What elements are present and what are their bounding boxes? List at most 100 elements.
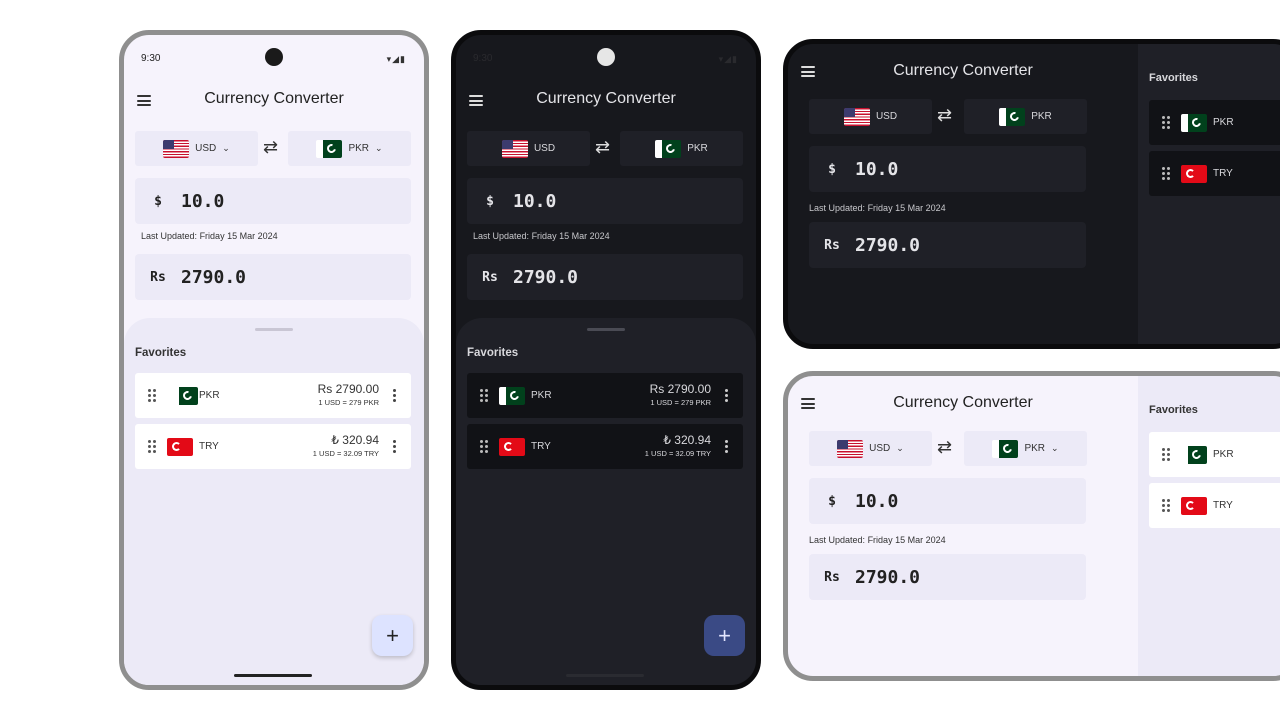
pk-flag-icon	[999, 107, 1026, 126]
from-amount-input[interactable]: $ 10.0	[467, 178, 743, 224]
app-title: Currency Converter	[204, 90, 344, 107]
favorite-exchange: 1 USD = 32.09 TRY	[644, 449, 711, 458]
favorite-row-try[interactable]: TRY	[1149, 151, 1280, 196]
favorite-exchange: 1 USD = 279 PKR	[318, 398, 379, 407]
favorite-code: TRY	[1213, 500, 1233, 511]
pk-flag-icon	[316, 139, 343, 158]
favorite-rate: Rs 2790.00 1 USD = 279 PKR	[650, 382, 711, 407]
to-currency-code: PKR	[687, 143, 708, 154]
us-flag-icon	[837, 439, 864, 458]
favorite-code: PKR	[531, 390, 552, 401]
gesture-bar	[234, 674, 312, 677]
to-currency-selector[interactable]: PKR ⌄	[964, 431, 1087, 466]
tr-flag-icon	[167, 438, 193, 456]
to-currency-selector[interactable]: PKR ⌄	[288, 131, 411, 166]
more-vert-icon[interactable]	[393, 389, 397, 402]
favorite-symbol: ₺	[663, 433, 671, 447]
tr-flag-icon	[499, 438, 525, 456]
favorite-code: PKR	[199, 390, 220, 401]
from-currency-selector[interactable]: USD	[467, 131, 590, 166]
favorite-row-try[interactable]: TRY	[1149, 483, 1280, 528]
favorite-code: PKR	[1213, 117, 1234, 128]
to-amount-value: 2790.0	[855, 566, 921, 588]
us-flag-icon	[501, 139, 528, 158]
last-updated-value: Friday 15 Mar 2024	[199, 231, 278, 241]
landscape-dark-screen: Currency Converter USD ⇄ PKR $ 10.0 Last…	[788, 44, 1280, 344]
app-title: Currency Converter	[893, 394, 1033, 411]
from-currency-selector[interactable]: USD ⌄	[135, 131, 258, 166]
from-currency-selector[interactable]: USD	[809, 99, 932, 134]
drag-handle-icon[interactable]	[1162, 499, 1170, 512]
favorite-symbol: Rs	[649, 382, 665, 396]
favorite-row-pkr[interactable]: PKR	[1149, 432, 1280, 477]
drag-handle-icon[interactable]	[148, 389, 156, 402]
from-currency-code: USD	[869, 443, 891, 454]
drag-handle-icon[interactable]	[1162, 167, 1170, 180]
drag-handle-icon[interactable]	[480, 389, 488, 402]
pk-flag-icon	[1181, 114, 1207, 132]
more-vert-icon[interactable]	[725, 389, 729, 402]
favorites-title: Favorites	[1149, 72, 1198, 84]
favorite-row-pkr[interactable]: PKR Rs 2790.00 1 USD = 279 PKR	[135, 373, 411, 418]
from-amount-input[interactable]: $ 10.0	[809, 478, 1086, 524]
camera-cutout	[597, 48, 615, 66]
swap-icon[interactable]: ⇄	[263, 138, 278, 156]
favorite-row-try[interactable]: TRY ₺ 320.94 1 USD = 32.09 TRY	[467, 424, 743, 469]
favorites-title: Favorites	[135, 347, 187, 359]
to-amount-output: Rs 2790.0	[135, 254, 411, 300]
chevron-down-icon: ⌄	[375, 143, 383, 153]
add-favorite-button[interactable]: +	[372, 615, 413, 656]
from-amount-input[interactable]: $ 10.0	[809, 146, 1086, 192]
add-favorite-button[interactable]: +	[704, 615, 745, 656]
last-updated-value: Friday 15 Mar 2024	[867, 203, 946, 213]
drag-handle-icon[interactable]	[148, 440, 156, 453]
drag-handle-icon[interactable]	[480, 440, 488, 453]
drag-handle-icon[interactable]	[1162, 448, 1170, 461]
from-currency-code: USD	[533, 143, 556, 154]
to-currency-selector[interactable]: PKR	[620, 131, 743, 166]
phone-light-frame: 9:30 ▾◢▮ Currency Converter USD ⌄ ⇄ PKR …	[119, 30, 429, 690]
favorite-rate: Rs 2790.00 1 USD = 279 PKR	[318, 382, 379, 407]
more-vert-icon[interactable]	[393, 440, 397, 453]
from-currency-symbol: $	[154, 193, 162, 209]
last-updated-label: Last Updated:	[473, 231, 530, 241]
last-updated-value: Friday 15 Mar 2024	[867, 535, 946, 545]
tr-flag-icon	[1181, 497, 1207, 515]
from-currency-symbol: $	[828, 161, 836, 177]
favorites-sheet: Favorites PKR Rs 2790.00 1 USD = 279 PKR…	[456, 318, 756, 685]
favorite-symbol: Rs	[317, 382, 333, 396]
status-icons: ▾◢▮	[386, 54, 406, 64]
phone-dark-screen: 9:30 ▾◢▮ Currency Converter USD ⇄ PKR $ …	[456, 35, 756, 685]
favorites-panel: Favorites PKR TRY	[1138, 44, 1280, 344]
favorite-row-try[interactable]: TRY ₺ 320.94 1 USD = 32.09 TRY	[135, 424, 411, 469]
favorite-row-pkr[interactable]: PKR	[1149, 100, 1280, 145]
to-currency-symbol: Rs	[150, 269, 166, 285]
sheet-handle[interactable]	[587, 328, 625, 331]
pk-flag-icon	[1181, 446, 1207, 464]
sheet-handle[interactable]	[255, 328, 293, 331]
from-amount-input[interactable]: $ 10.0	[135, 178, 411, 224]
last-updated: Last Updated: Friday 15 Mar 2024	[809, 535, 946, 545]
app-title: Currency Converter	[536, 90, 676, 107]
drag-handle-icon[interactable]	[1162, 116, 1170, 129]
favorite-row-pkr[interactable]: PKR Rs 2790.00 1 USD = 279 PKR	[467, 373, 743, 418]
to-currency-symbol: Rs	[824, 237, 840, 253]
swap-icon[interactable]: ⇄	[595, 138, 610, 156]
favorite-code: TRY	[199, 441, 219, 452]
us-flag-icon	[163, 139, 190, 158]
swap-icon[interactable]: ⇄	[937, 438, 952, 456]
to-amount-output: Rs 2790.0	[467, 254, 743, 300]
gesture-bar	[566, 674, 644, 677]
more-vert-icon[interactable]	[725, 440, 729, 453]
to-amount-value: 2790.0	[181, 266, 247, 288]
last-updated-label: Last Updated:	[141, 231, 198, 241]
pk-flag-icon	[655, 139, 682, 158]
swap-icon[interactable]: ⇄	[937, 106, 952, 124]
phone-light-screen: 9:30 ▾◢▮ Currency Converter USD ⌄ ⇄ PKR …	[124, 35, 424, 685]
to-amount-output: Rs 2790.0	[809, 554, 1086, 600]
to-currency-selector[interactable]: PKR	[964, 99, 1087, 134]
favorite-code: TRY	[1213, 168, 1233, 179]
from-currency-selector[interactable]: USD ⌄	[809, 431, 932, 466]
last-updated: Last Updated: Friday 15 Mar 2024	[809, 203, 946, 213]
favorites-panel: Favorites PKR TRY	[1138, 376, 1280, 676]
